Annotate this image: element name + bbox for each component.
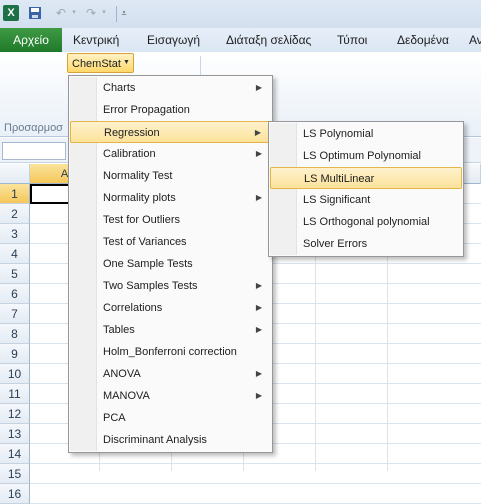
submenu-item-ls-polynomial[interactable]: LS Polynomial — [270, 123, 462, 145]
row-header[interactable]: 14 — [0, 444, 30, 464]
menu-item-label: Test for Outliers — [103, 214, 181, 226]
row-header[interactable]: 1 — [0, 184, 30, 204]
submenu-arrow-icon: ▶ — [255, 149, 262, 158]
menu-item-label: Correlations — [103, 302, 163, 314]
excel-app-icon[interactable]: X — [3, 5, 19, 21]
submenu-arrow-icon: ▶ — [255, 325, 262, 334]
menu-item-holm-bonferroni-correction[interactable]: Holm_Bonferroni correction — [70, 341, 271, 363]
menu-item-calibration[interactable]: Calibration ▶ — [70, 143, 271, 165]
menu-item-label: Regression — [104, 127, 160, 139]
menu-item-charts[interactable]: Charts ▶ — [70, 77, 271, 99]
tab-formulas[interactable]: Τύποι — [337, 28, 367, 52]
row-header[interactable]: 9 — [0, 344, 30, 364]
tab-insert[interactable]: Εισαγωγή — [147, 28, 200, 52]
tab-file[interactable]: Αρχείο — [0, 28, 62, 52]
menu-item-tables[interactable]: Tables ▶ — [70, 319, 271, 341]
submenu-item-label: LS Orthogonal polynomial — [303, 216, 430, 228]
row-header[interactable]: 11 — [0, 384, 30, 404]
menu-item-label: Calibration — [103, 148, 156, 160]
submenu-item-ls-optimum-polynomial[interactable]: LS Optimum Polynomial — [270, 145, 462, 167]
tab-page-layout[interactable]: Διάταξη σελίδας — [226, 28, 311, 52]
ribbon-group-label: Προσαρμοσ — [4, 122, 63, 134]
tab-home[interactable]: Κεντρική — [73, 28, 119, 52]
menu-item-label: Tables — [103, 324, 135, 336]
regression-submenu: LS Polynomial LS Optimum Polynomial LS Mul… — [268, 121, 464, 257]
submenu-item-ls-orthogonal-polynomial[interactable]: LS Orthogonal polynomial — [270, 211, 462, 233]
save-icon[interactable] — [28, 6, 42, 20]
row-header[interactable]: 16 — [0, 484, 30, 504]
row-header[interactable]: 4 — [0, 244, 30, 264]
submenu-item-label: Solver Errors — [303, 238, 368, 250]
redo-icon[interactable]: ↷ — [84, 6, 98, 20]
tab-data[interactable]: Δεδομένα — [397, 28, 449, 52]
submenu-item-label: LS Optimum Polynomial — [303, 150, 421, 162]
redo-dropdown-icon[interactable]: ▾ — [100, 6, 108, 20]
undo-icon[interactable]: ↶ — [54, 6, 68, 20]
submenu-arrow-icon: ▶ — [255, 83, 262, 92]
menu-item-test-of-variances[interactable]: Test of Variances — [70, 231, 271, 253]
menu-item-label: Discriminant Analysis — [103, 434, 207, 446]
submenu-item-solver-errors[interactable]: Solver Errors — [270, 233, 462, 255]
menu-item-pca[interactable]: PCA — [70, 407, 271, 429]
menu-item-label: Charts — [103, 82, 136, 94]
menu-item-regression[interactable]: Regression ▶ — [70, 121, 271, 143]
menu-item-one-sample-tests[interactable]: One Sample Tests — [70, 253, 271, 275]
submenu-arrow-icon: ▶ — [255, 391, 262, 400]
row-header[interactable]: 12 — [0, 404, 30, 424]
menu-item-label: One Sample Tests — [103, 258, 193, 270]
select-all-corner[interactable] — [0, 164, 30, 184]
menu-item-label: MANOVA — [103, 390, 150, 402]
gridline — [30, 463, 481, 464]
row-header[interactable]: 7 — [0, 304, 30, 324]
menu-item-test-for-outliers[interactable]: Test for Outliers — [70, 209, 271, 231]
menu-item-label: ANOVA — [103, 368, 141, 380]
menu-item-anova[interactable]: ANOVA ▶ — [70, 363, 271, 385]
submenu-item-label: LS Significant — [303, 194, 371, 206]
menu-item-normality-plots[interactable]: Normality plots ▶ — [70, 187, 271, 209]
row-header[interactable]: 13 — [0, 424, 30, 444]
menu-item-label: Test of Variances — [103, 236, 187, 248]
row-header[interactable]: 2 — [0, 204, 30, 224]
chemstat-menu: Charts ▶ Error Propagation Regression ▶ Calib… — [68, 75, 273, 453]
menu-item-correlations[interactable]: Correlations ▶ — [70, 297, 271, 319]
submenu-item-label: LS MultiLinear — [304, 173, 375, 185]
chevron-down-icon: ▼ — [123, 59, 130, 66]
menu-item-label: Two Samples Tests — [103, 280, 198, 292]
menu-item-manova[interactable]: MANOVA ▶ — [70, 385, 271, 407]
menu-item-label: PCA — [103, 412, 126, 424]
row-header[interactable]: 15 — [0, 464, 30, 484]
regression-submenu-items: LS Polynomial LS Optimum Polynomial LS Mul… — [270, 123, 462, 255]
row-header[interactable]: 3 — [0, 224, 30, 244]
name-box[interactable] — [2, 142, 66, 160]
row-header[interactable]: 5 — [0, 264, 30, 284]
tab-review[interactable]: Αν — [469, 28, 481, 52]
submenu-arrow-icon: ▶ — [255, 281, 262, 290]
menu-item-discriminant-analysis[interactable]: Discriminant Analysis — [70, 429, 271, 451]
toolbar-separator — [116, 6, 117, 22]
submenu-item-ls-significant[interactable]: LS Significant — [270, 189, 462, 211]
menu-item-two-samples-tests[interactable]: Two Samples Tests ▶ — [70, 275, 271, 297]
submenu-arrow-icon: ▶ — [254, 128, 261, 137]
submenu-arrow-icon: ▶ — [255, 369, 262, 378]
undo-dropdown-icon[interactable]: ▾ — [70, 6, 78, 20]
row-header[interactable]: 6 — [0, 284, 30, 304]
gridline — [30, 483, 481, 484]
submenu-item-label: LS Polynomial — [303, 128, 374, 140]
chemstat-menu-items: Charts ▶ Error Propagation Regression ▶ Calib… — [70, 77, 271, 451]
row-header[interactable]: 10 — [0, 364, 30, 384]
chemstat-label: ChemStat — [72, 58, 121, 70]
row-header[interactable]: 8 — [0, 324, 30, 344]
submenu-item-ls-multilinear[interactable]: LS MultiLinear — [270, 167, 462, 189]
menu-item-label: Normality plots — [103, 192, 176, 204]
menu-item-label: Error Propagation — [103, 104, 190, 116]
menu-item-label: Holm_Bonferroni correction — [103, 346, 237, 358]
menu-item-label: Normality Test — [103, 170, 173, 182]
submenu-arrow-icon: ▶ — [255, 303, 262, 312]
submenu-arrow-icon: ▶ — [255, 193, 262, 202]
customize-toolbar-icon[interactable]: ⩡ — [119, 6, 129, 20]
menu-item-normality-test[interactable]: Normality Test — [70, 165, 271, 187]
menu-item-error-propagation[interactable]: Error Propagation — [70, 99, 271, 121]
